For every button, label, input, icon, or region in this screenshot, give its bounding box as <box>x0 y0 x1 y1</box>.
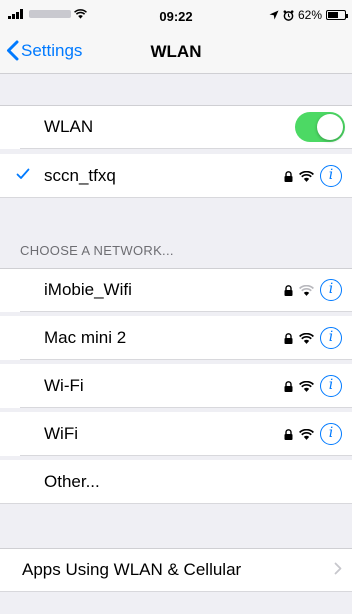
divider <box>20 311 352 312</box>
network-row[interactable]: iMobie_Wifi i <box>0 268 352 312</box>
lock-icon <box>284 380 293 392</box>
wifi-signal-icon <box>299 380 314 392</box>
apps-using-wlan-label: Apps Using WLAN & Cellular <box>22 560 242 579</box>
network-name: Mac mini 2 <box>44 328 127 347</box>
divider <box>0 548 352 549</box>
divider <box>20 148 352 149</box>
apps-using-wlan-row[interactable]: Apps Using WLAN & Cellular <box>0 548 352 592</box>
lock-icon <box>284 284 293 296</box>
network-row[interactable]: Wi-Fi i <box>0 364 352 408</box>
status-bar: 09:22 62% <box>0 0 352 30</box>
divider <box>0 503 352 504</box>
wlan-toggle-label: WLAN <box>44 117 94 136</box>
section-header: CHOOSE A NETWORK... <box>20 243 174 258</box>
alarm-icon <box>283 9 294 21</box>
info-button[interactable]: i <box>320 165 342 187</box>
wifi-signal-icon <box>299 170 314 182</box>
network-row[interactable]: WiFi i <box>0 412 352 456</box>
divider <box>20 359 352 360</box>
lock-icon <box>284 170 293 182</box>
network-status-icons: i <box>284 375 342 397</box>
network-status-icons: i <box>284 327 342 349</box>
wlan-toggle-row: WLAN <box>0 105 352 149</box>
network-name: Wi-Fi <box>44 376 84 395</box>
network-row[interactable]: Mac mini 2 i <box>0 316 352 360</box>
toggle-knob <box>317 114 343 140</box>
wifi-signal-icon <box>299 332 314 344</box>
network-name: iMobie_Wifi <box>44 280 132 299</box>
divider <box>0 591 352 592</box>
connected-network-row[interactable]: sccn_tfxq i <box>0 154 352 198</box>
divider <box>20 407 352 408</box>
navigation-bar: Settings WLAN <box>0 30 352 74</box>
info-button[interactable]: i <box>320 279 342 301</box>
network-name: WiFi <box>44 424 78 443</box>
other-network-row[interactable]: Other... <box>0 460 352 504</box>
divider <box>20 455 352 456</box>
battery-icon <box>326 10 348 20</box>
connected-network-name: sccn_tfxq <box>44 166 116 185</box>
wifi-signal-icon <box>299 428 314 440</box>
lock-icon <box>284 428 293 440</box>
network-status-icons: i <box>284 165 342 187</box>
network-status-icons: i <box>284 279 342 301</box>
battery-fill <box>328 12 338 18</box>
page-title: WLAN <box>150 42 202 61</box>
other-network-label: Other... <box>44 472 100 491</box>
location-icon <box>269 10 279 20</box>
status-right-icons: 62% <box>269 8 348 22</box>
info-button[interactable]: i <box>320 327 342 349</box>
divider <box>0 105 352 106</box>
lock-icon <box>284 332 293 344</box>
info-button[interactable]: i <box>320 375 342 397</box>
info-button[interactable]: i <box>320 423 342 445</box>
wifi-signal-icon <box>299 284 314 296</box>
divider <box>0 268 352 269</box>
checkmark-icon <box>16 168 30 179</box>
network-status-icons: i <box>284 423 342 445</box>
battery-percent: 62% <box>297 8 322 22</box>
wlan-toggle-switch[interactable] <box>295 112 345 142</box>
divider <box>0 197 352 198</box>
chevron-right-icon <box>334 562 342 575</box>
